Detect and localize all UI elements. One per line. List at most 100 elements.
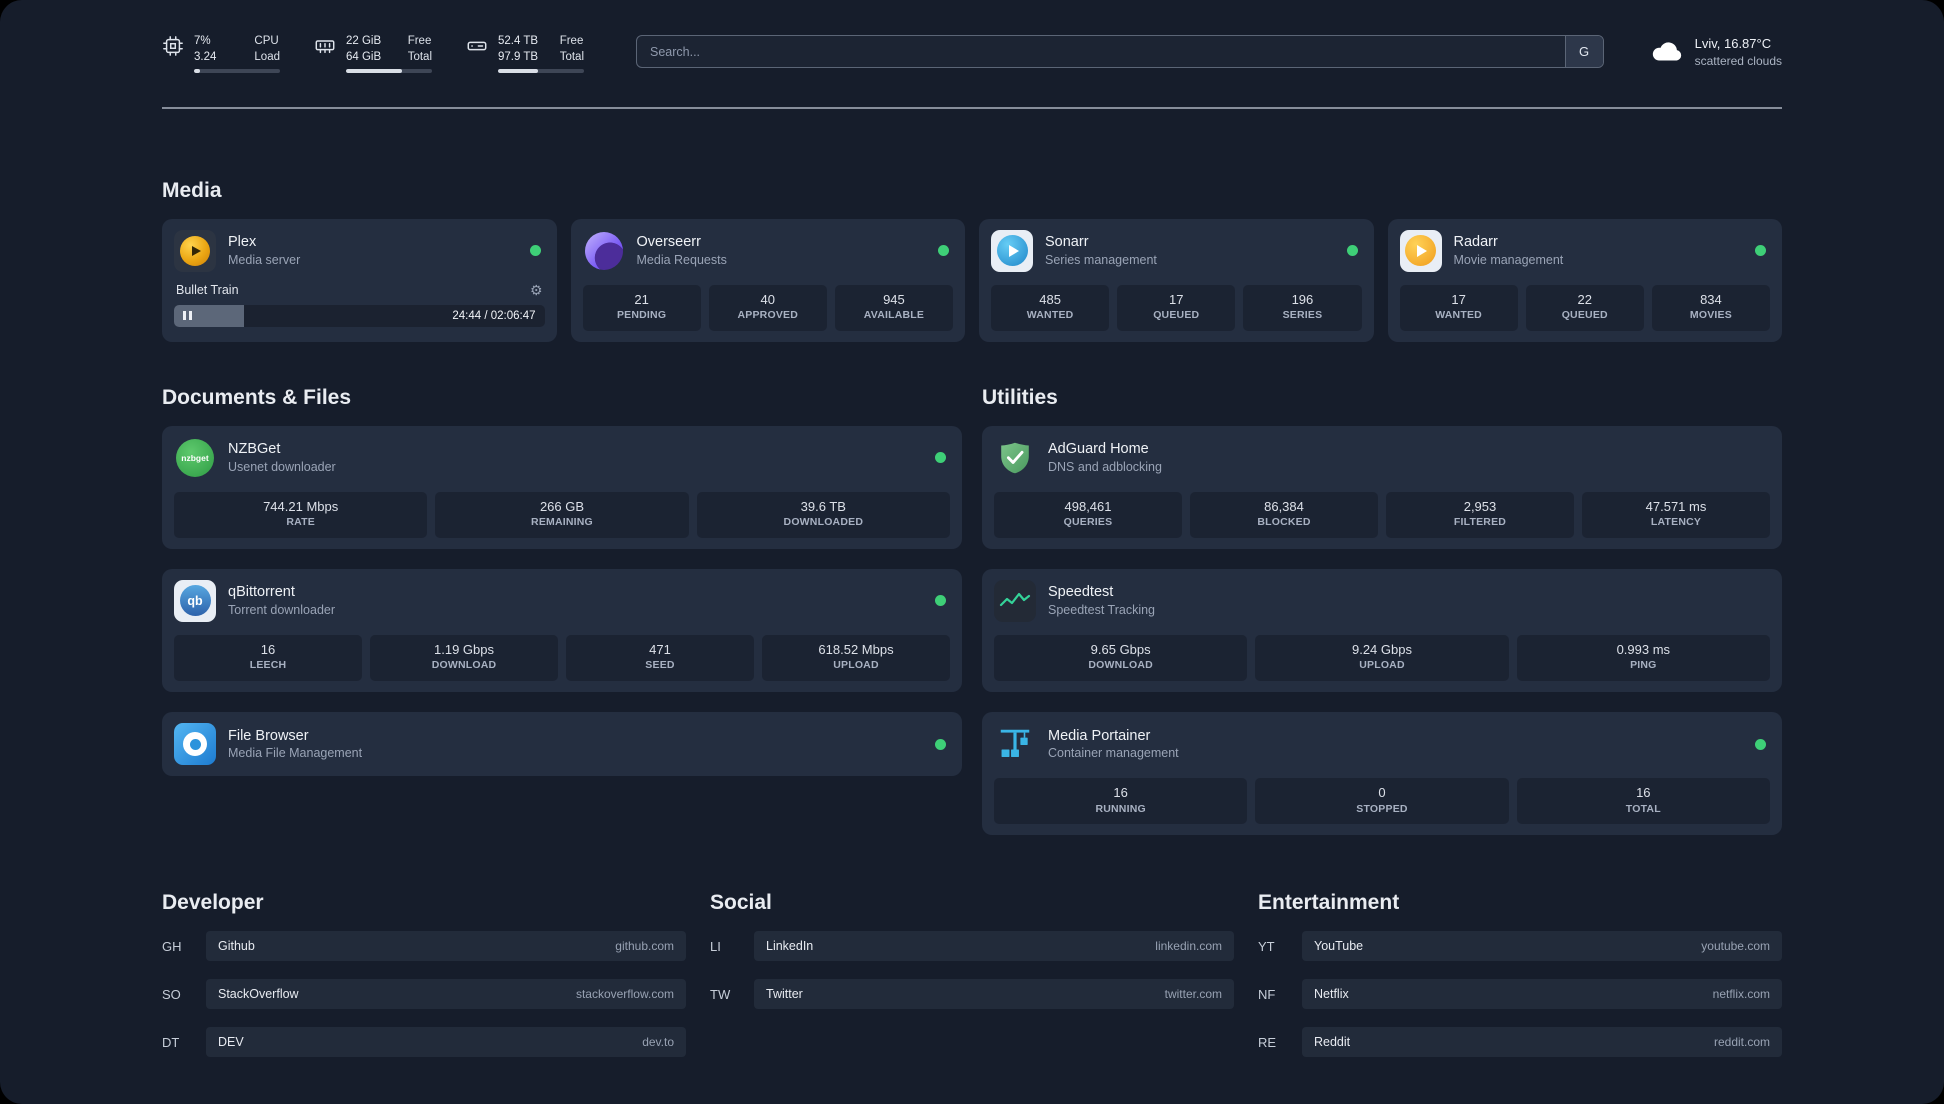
gear-icon[interactable]: ⚙ bbox=[530, 283, 543, 297]
section-title-social: Social bbox=[710, 891, 772, 915]
bookmark-abbr: SO bbox=[162, 986, 181, 1002]
weather-widget: Lviv, 16.87°C scattered clouds bbox=[1650, 35, 1782, 70]
bookmark-abbr: GH bbox=[162, 938, 182, 954]
cpu-load-value: 3.24 bbox=[194, 50, 217, 63]
disk-widget: 52.4 TB 97.9 TB Free Total bbox=[466, 34, 584, 73]
bookmark-linkedin[interactable]: LI LinkedIn linkedin.com bbox=[710, 931, 1234, 962]
filebrowser-card[interactable]: File Browser Media File Management bbox=[162, 712, 962, 777]
bookmark-url: linkedin.com bbox=[1155, 939, 1222, 954]
disk-icon bbox=[466, 35, 488, 73]
stat: 16 LEECH bbox=[174, 634, 362, 682]
stat: 17 QUEUED bbox=[1117, 284, 1236, 331]
section-entertainment: Entertainment YT YouTube youtube.com NF … bbox=[1258, 891, 1782, 1075]
stat: 9.65 Gbps DOWNLOAD bbox=[994, 634, 1248, 682]
bookmark-netflix[interactable]: NF Netflix netflix.com bbox=[1258, 979, 1782, 1010]
app-subtitle: Media Requests bbox=[636, 252, 727, 267]
bookmark-name: Netflix bbox=[1314, 987, 1349, 1002]
disk-total-value: 97.9 TB bbox=[498, 50, 539, 63]
memory-widget: 22 GiB 64 GiB Free Total bbox=[314, 34, 432, 73]
section-developer: Developer GH Github github.com SO StackO… bbox=[162, 891, 686, 1075]
bookmark-twitter[interactable]: TW Twitter twitter.com bbox=[710, 979, 1234, 1010]
app-subtitle: Container management bbox=[1048, 746, 1179, 761]
bookmark-name: Twitter bbox=[766, 987, 803, 1002]
nzbget-icon: nzbget bbox=[174, 437, 216, 479]
bookmark-stackoverflow[interactable]: SO StackOverflow stackoverflow.com bbox=[162, 979, 686, 1010]
adguard-card[interactable]: AdGuard Home DNS and adblocking 498,461 … bbox=[982, 425, 1782, 549]
app-name: Sonarr bbox=[1045, 234, 1089, 251]
bookmark-reddit[interactable]: RE Reddit reddit.com bbox=[1258, 1027, 1782, 1058]
bookmark-youtube[interactable]: YT YouTube youtube.com bbox=[1258, 931, 1782, 962]
search-provider-button[interactable]: G bbox=[1564, 36, 1603, 67]
dashboard-main: Media Plex Media server Bullet Train ⚙ 2… bbox=[162, 179, 1782, 1076]
topbar: 7% 3.24 CPU Load 22 GiB 64 GiB Free Tota… bbox=[162, 0, 1782, 73]
nzbget-card[interactable]: nzbget NZBGet Usenet downloader 744.21 M… bbox=[162, 425, 962, 549]
search-bar: G bbox=[636, 35, 1604, 68]
qbittorrent-card[interactable]: qb qBittorrent Torrent downloader 16 LEE… bbox=[162, 568, 962, 693]
bookmark-abbr: NF bbox=[1258, 986, 1276, 1002]
bookmark-dev[interactable]: DT DEV dev.to bbox=[162, 1027, 686, 1058]
plex-card[interactable]: Plex Media server Bullet Train ⚙ 24:44 /… bbox=[162, 218, 557, 342]
bookmark-abbr: TW bbox=[710, 986, 731, 1002]
now-playing-title: Bullet Train bbox=[176, 282, 239, 297]
bookmark-url: twitter.com bbox=[1164, 987, 1222, 1002]
bookmark-url: github.com bbox=[615, 939, 674, 954]
app-subtitle: Movie management bbox=[1453, 252, 1564, 267]
bookmark-github[interactable]: GH Github github.com bbox=[162, 931, 686, 962]
app-name: File Browser bbox=[228, 727, 309, 744]
pause-button[interactable] bbox=[183, 311, 192, 321]
radarr-card[interactable]: Radarr Movie management 17 WANTED 22 QUE… bbox=[1387, 218, 1782, 342]
adguard-shield-icon bbox=[994, 437, 1036, 479]
bookmark-url: stackoverflow.com bbox=[575, 987, 674, 1002]
bookmark-abbr: LI bbox=[710, 938, 721, 954]
bookmark-name: LinkedIn bbox=[766, 939, 814, 954]
qbittorrent-icon: qb bbox=[174, 579, 216, 622]
stat: 0 STOPPED bbox=[1255, 778, 1509, 825]
memory-progressbar bbox=[346, 69, 432, 73]
app-name: Overseerr bbox=[636, 234, 701, 251]
status-dot bbox=[529, 245, 541, 257]
status-dot bbox=[1755, 738, 1766, 750]
section-title-entertainment: Entertainment bbox=[1258, 891, 1400, 915]
speedtest-card[interactable]: Speedtest Speedtest Tracking 9.65 Gbps D… bbox=[982, 568, 1782, 693]
bookmark-url: netflix.com bbox=[1712, 987, 1770, 1002]
stat: 266 GB REMAINING bbox=[435, 491, 689, 538]
disk-values: 52.4 TB 97.9 TB bbox=[498, 34, 538, 65]
search-input[interactable] bbox=[636, 35, 1604, 68]
status-dot bbox=[938, 245, 949, 257]
app-subtitle: Torrent downloader bbox=[228, 602, 336, 617]
stat: 16 RUNNING bbox=[994, 778, 1248, 825]
stat: 39.6 TB DOWNLOADED bbox=[696, 491, 950, 538]
weather-location: Lviv, 16.87°C bbox=[1694, 36, 1772, 51]
sonarr-card[interactable]: Sonarr Series management 485 WANTED 17 Q… bbox=[979, 218, 1374, 342]
bookmark-name: StackOverflow bbox=[218, 987, 299, 1002]
cloud-icon bbox=[1650, 35, 1684, 69]
overseerr-card[interactable]: Overseerr Media Requests 21 PENDING 40 A… bbox=[570, 218, 965, 342]
app-name: qBittorrent bbox=[228, 584, 295, 601]
memory-labels: Free Total bbox=[407, 35, 432, 63]
portainer-card[interactable]: Media Portainer Container management 16 … bbox=[982, 712, 1782, 836]
app-subtitle: Media server bbox=[228, 252, 301, 267]
filebrowser-icon bbox=[174, 723, 216, 766]
stat: 618.52 Mbps UPLOAD bbox=[762, 634, 950, 682]
app-name: Radarr bbox=[1453, 234, 1498, 251]
stat: 945 AVAILABLE bbox=[834, 284, 954, 331]
disk-progressbar bbox=[498, 69, 584, 73]
bookmark-name: Reddit bbox=[1314, 1035, 1351, 1050]
status-dot bbox=[935, 595, 946, 607]
section-title-media: Media bbox=[162, 178, 222, 202]
bookmark-abbr: DT bbox=[162, 1034, 180, 1050]
section-utilities: Utilities AdGuard Home DNS and adblockin… bbox=[982, 386, 1782, 836]
app-subtitle: Speedtest Tracking bbox=[1048, 602, 1156, 617]
stat: 9.24 Gbps UPLOAD bbox=[1255, 634, 1509, 682]
section-media: Media Plex Media server Bullet Train ⚙ 2… bbox=[162, 179, 1782, 342]
stat: 21 PENDING bbox=[582, 284, 701, 331]
bookmark-abbr: RE bbox=[1258, 1034, 1277, 1050]
app-subtitle: Usenet downloader bbox=[228, 459, 336, 474]
resource-widgets: 7% 3.24 CPU Load 22 GiB 64 GiB Free Tota… bbox=[162, 34, 584, 73]
section-title-developer: Developer bbox=[162, 891, 264, 915]
overseerr-icon bbox=[583, 230, 625, 272]
bookmark-url: youtube.com bbox=[1701, 939, 1770, 954]
dashboard-page: 7% 3.24 CPU Load 22 GiB 64 GiB Free Tota… bbox=[0, 0, 1944, 1104]
status-dot bbox=[1755, 245, 1766, 257]
weather-condition: scattered clouds bbox=[1694, 54, 1782, 69]
